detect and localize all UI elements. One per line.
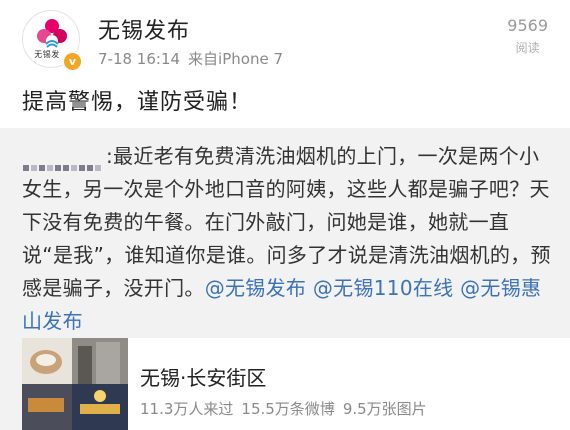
mention-link[interactable]: @无锡110在线 — [313, 276, 454, 300]
reposted-text: :最近老有免费清洗油烟机的上门，一次是两个小女生，另一次是个外地口音的阿姨，这些… — [22, 140, 552, 338]
location-card[interactable]: 无锡·长安街区 11.3万人来过 15.5万条微博 9.5万张图片 — [22, 338, 570, 430]
location-stats: 11.3万人来过 15.5万条微博 9.5万张图片 — [140, 398, 435, 419]
post-count: 15.5万条微博 — [241, 400, 335, 418]
visitor-count: 11.3万人来过 — [140, 400, 234, 418]
post-source: 来自iPhone 7 — [188, 50, 283, 68]
location-thumbnail — [22, 338, 128, 430]
post-datetime: 7-18 16:14 — [98, 50, 181, 68]
account-name[interactable]: 无锡发布 — [98, 13, 190, 45]
censored-username — [22, 149, 102, 171]
read-count: 9569 — [507, 16, 548, 35]
city-emblem-icon — [37, 19, 67, 48]
read-counter: 9569 阅读 — [507, 16, 548, 56]
photo-count: 9.5万张图片 — [342, 400, 427, 418]
read-label: 阅读 — [515, 41, 540, 55]
post-meta: 7-18 16:14 来自iPhone 7 — [98, 48, 283, 69]
location-title: 无锡·长安街区 — [140, 366, 267, 390]
reposted-content[interactable]: :最近老有免费清洗油烟机的上门，一次是两个小女生，另一次是个外地口音的阿姨，这些… — [0, 128, 570, 430]
username-separator: : — [106, 144, 114, 168]
mention-link[interactable]: @无锡发布 — [205, 276, 307, 300]
post-text: 提高警惕，谨防受骗！ — [22, 90, 253, 115]
post-header: 无锡发 v 无锡发布 7-18 16:14 来自iPhone 7 9569 阅读 — [0, 0, 570, 76]
verified-badge-icon: v — [62, 51, 83, 72]
